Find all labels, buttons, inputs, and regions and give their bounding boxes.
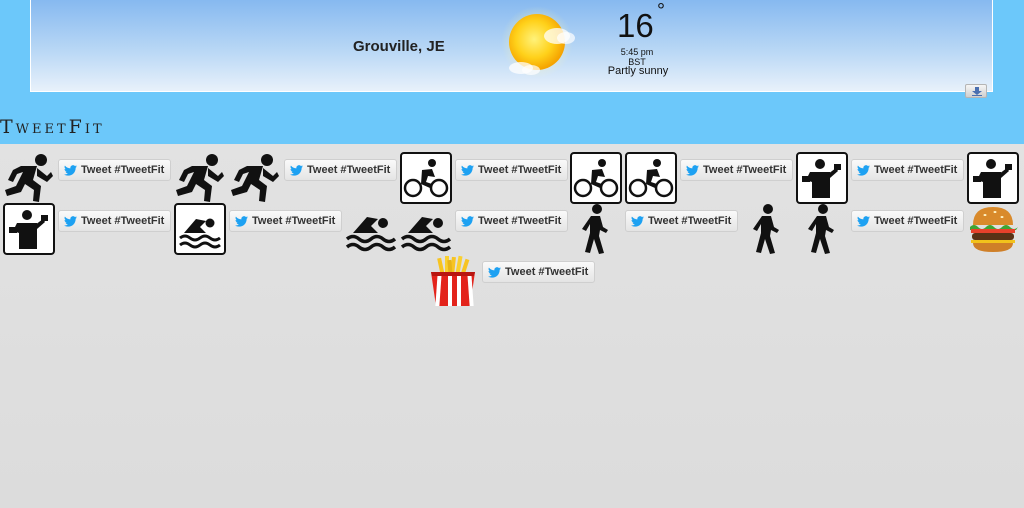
twitter-bird-icon	[64, 164, 77, 176]
tweet-button-label: Tweet #TweetFit	[307, 164, 391, 176]
weather-expand-button[interactable]	[965, 84, 987, 98]
twitter-bird-icon	[857, 164, 870, 176]
twitter-bird-icon	[857, 215, 870, 227]
twitter-bird-icon	[290, 164, 303, 176]
tweet-button-label: Tweet #TweetFit	[874, 164, 958, 176]
running-icon	[229, 152, 281, 204]
walking-icon	[741, 203, 793, 255]
running-icon	[174, 152, 226, 204]
weather-location: Grouville, JE	[353, 38, 445, 55]
tweet-button-label: Tweet #TweetFit	[478, 164, 562, 176]
download-arrow-icon	[972, 87, 982, 96]
tweet-button[interactable]: Tweet #TweetFit	[851, 210, 965, 232]
tweet-button-label: Tweet #TweetFit	[81, 215, 165, 227]
tweet-button-label: Tweet #TweetFit	[505, 266, 589, 278]
twitter-bird-icon	[235, 215, 248, 227]
tweet-button-label: Tweet #TweetFit	[874, 215, 958, 227]
tweet-button[interactable]: Tweet #TweetFit	[851, 159, 965, 181]
weightlifting-icon	[3, 203, 55, 255]
running-icon	[3, 152, 55, 204]
tweet-button-label: Tweet #TweetFit	[478, 215, 562, 227]
tweet-button-label: Tweet #TweetFit	[703, 164, 787, 176]
burger-icon	[967, 203, 1019, 255]
swimming-icon	[400, 203, 452, 255]
walking-icon	[796, 203, 848, 255]
tweet-button-label: Tweet #TweetFit	[81, 164, 165, 176]
tweet-button[interactable]: Tweet #TweetFit	[625, 210, 739, 232]
weather-temperature: 16	[617, 7, 654, 44]
cycling-icon	[400, 152, 452, 204]
tweet-button[interactable]: Tweet #TweetFit	[229, 210, 343, 232]
swimming-icon	[174, 203, 226, 255]
twitter-bird-icon	[686, 164, 699, 176]
tweet-button[interactable]: Tweet #TweetFit	[58, 159, 172, 181]
weightlifting-icon	[796, 152, 848, 204]
weightlifting-icon	[967, 152, 1019, 204]
walking-icon	[570, 203, 622, 255]
twitter-bird-icon	[488, 266, 501, 278]
twitter-bird-icon	[631, 215, 644, 227]
weather-time: 5:45 pm BST	[620, 47, 654, 67]
tweet-button[interactable]: Tweet #TweetFit	[455, 159, 569, 181]
cycling-icon	[625, 152, 677, 204]
twitter-bird-icon	[461, 164, 474, 176]
twitter-bird-icon	[461, 215, 474, 227]
tweet-button[interactable]: Tweet #TweetFit	[58, 210, 172, 232]
weather-condition: Partly sunny	[607, 65, 669, 77]
swimming-icon	[345, 203, 397, 255]
cycling-icon	[570, 152, 622, 204]
fries-icon	[427, 254, 479, 306]
tweet-button-label: Tweet #TweetFit	[648, 215, 732, 227]
tweet-button[interactable]: Tweet #TweetFit	[455, 210, 569, 232]
weather-widget: Grouville, JE 16 ° 5:45 pm BST Partly su…	[30, 0, 993, 98]
partly-sunny-icon	[491, 6, 583, 80]
weather-degree-symbol: °	[657, 0, 665, 22]
tweet-button[interactable]: Tweet #TweetFit	[482, 261, 596, 283]
app-logo: TweetFit	[0, 116, 105, 138]
tweet-button-label: Tweet #TweetFit	[252, 215, 336, 227]
twitter-bird-icon	[64, 215, 77, 227]
tweet-button[interactable]: Tweet #TweetFit	[680, 159, 794, 181]
tweet-button[interactable]: Tweet #TweetFit	[284, 159, 398, 181]
